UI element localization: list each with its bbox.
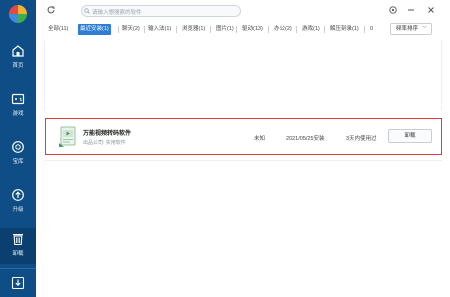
tab-office[interactable]: 办公(2) <box>274 24 292 35</box>
sidebar-item-upgrade[interactable]: 升级 <box>0 184 36 220</box>
tab-divider <box>210 26 211 33</box>
app-install-date: 2021/05/25安装 <box>286 136 325 142</box>
list-item[interactable]: 万能视频转码软件 出品公司: 实用软件 未知 2021/05/25安装 3天内使… <box>45 118 442 155</box>
sort-label: 频率排序 <box>396 26 419 32</box>
sidebar-item-label: 卸载 <box>12 251 24 257</box>
sidebar-item-label: 宝库 <box>12 159 24 165</box>
settings-icon[interactable] <box>388 5 398 15</box>
tab-divider <box>364 26 365 33</box>
tab-archive-burn[interactable]: 解压刻录(1) <box>330 24 359 35</box>
sidebar-item-treasure[interactable]: 宝库 <box>0 136 36 172</box>
search-input[interactable]: 请输入想搜索的软件 <box>81 5 241 17</box>
sidebar-item-label: 首页 <box>12 63 24 69</box>
tab-divider <box>176 26 177 33</box>
content-area <box>44 40 442 110</box>
sidebar-item-label: 升级 <box>12 207 24 213</box>
sidebar-download-button[interactable] <box>0 268 36 297</box>
tab-drivers[interactable]: 驱动(13) <box>242 24 263 35</box>
tab-divider <box>296 26 297 33</box>
treasure-icon <box>12 141 24 153</box>
refresh-icon[interactable] <box>46 5 56 15</box>
tab-recent[interactable]: 最近安装(1) <box>78 24 111 35</box>
sidebar-item-home[interactable]: 首页 <box>0 40 36 76</box>
tab-divider <box>144 26 145 33</box>
minimize-icon[interactable] <box>406 5 416 15</box>
gamepad-icon <box>11 93 25 105</box>
upgrade-icon <box>12 189 24 201</box>
top-bar: 请输入想搜索的软件 <box>36 0 450 20</box>
search-icon <box>84 8 90 14</box>
trash-icon <box>13 234 23 246</box>
tab-other[interactable]: 0 <box>370 24 373 35</box>
tab-browser[interactable]: 浏览器(1) <box>182 24 205 35</box>
download-icon <box>11 276 25 290</box>
divider <box>44 160 442 161</box>
category-tabs: 全部(11) 最近安装(1) 聊天(2) 输入法(1) 浏览器(1) 图片(1)… <box>36 24 450 36</box>
sidebar-item-uninstall[interactable]: 卸载 <box>0 228 36 264</box>
home-icon <box>12 45 24 57</box>
tab-games[interactable]: 游戏(1) <box>302 24 320 35</box>
sidebar-item-games[interactable]: 游戏 <box>0 88 36 124</box>
tab-images[interactable]: 图片(1) <box>216 24 234 35</box>
app-size: 未知 <box>254 136 266 142</box>
close-icon[interactable] <box>426 5 436 15</box>
sort-dropdown[interactable]: 频率排序 ﹀ <box>390 23 432 35</box>
chevron-down-icon: ﹀ <box>421 26 427 32</box>
video-converter-app-icon <box>59 126 76 147</box>
search-placeholder: 请输入想搜索的软件 <box>92 10 142 16</box>
app-name: 万能视频转码软件 <box>83 131 132 137</box>
tab-divider <box>268 26 269 33</box>
tab-divider <box>236 26 237 33</box>
sidebar: 首页 游戏 宝库 升级 卸载 <box>0 0 36 297</box>
app-publisher: 出品公司: 实用软件 <box>83 140 126 146</box>
app-usage: 3天内使用过 <box>346 136 377 142</box>
uninstall-button[interactable]: 卸载 <box>388 129 432 143</box>
tab-divider <box>118 26 119 33</box>
sidebar-item-label: 游戏 <box>12 111 24 117</box>
tab-divider <box>324 26 325 33</box>
tab-chat[interactable]: 聊天(2) <box>122 24 140 35</box>
app-logo-icon <box>9 5 27 23</box>
tab-input-method[interactable]: 输入法(1) <box>148 24 171 35</box>
tab-all[interactable]: 全部(11) <box>48 24 68 35</box>
